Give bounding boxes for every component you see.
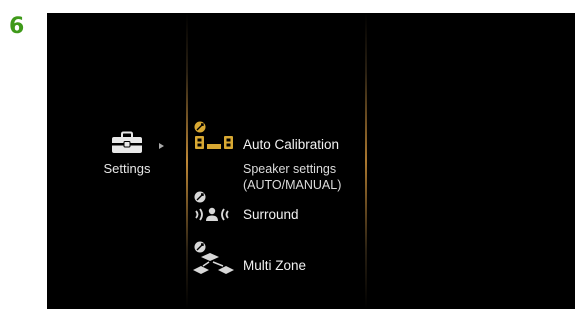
toolbox-icon	[112, 131, 142, 153]
menu-item-description: Speaker settings	[243, 162, 337, 176]
multi-zone-icon	[193, 241, 234, 274]
menu-divider-left	[186, 13, 188, 309]
tv-menu-screen: Settings Auto Calibration Speaker settin…	[47, 13, 575, 309]
menu-item-label: Auto Calibration	[243, 137, 340, 152]
menu-item-surround[interactable]: Surround	[190, 191, 365, 231]
category-settings-label: Settings	[103, 161, 151, 176]
category-settings[interactable]: Settings	[95, 131, 159, 176]
menu-item-auto-calibration[interactable]: Auto Calibration Speaker settings (AUTO/…	[190, 121, 365, 192]
category-arrow-icon	[159, 143, 164, 149]
speaker-calibration-icon	[194, 121, 233, 149]
step-number: 6	[9, 14, 25, 39]
menu-item-label: Surround	[243, 207, 299, 222]
menu-item-label: Multi Zone	[243, 258, 307, 273]
menu-item-multi-zone[interactable]: Multi Zone	[190, 241, 365, 281]
menu-divider-right	[365, 13, 367, 309]
surround-icon	[194, 191, 229, 221]
